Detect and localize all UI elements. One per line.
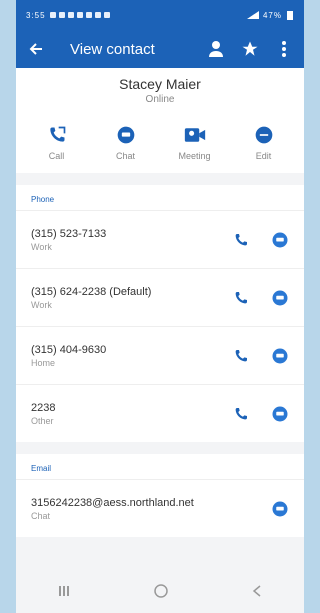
phone-type: Home xyxy=(31,357,56,368)
favorite-button[interactable] xyxy=(238,37,262,61)
system-nav-bar xyxy=(16,569,304,613)
phone-screen: 3:55 47% View contact Stacey Maier Onlin… xyxy=(16,0,304,613)
phone-section: Phone (315) 523-7133 Work (315) 624-2238… xyxy=(16,185,304,442)
chat-icon[interactable] xyxy=(271,231,289,249)
chat-icon[interactable] xyxy=(271,405,289,423)
call-icon xyxy=(49,126,65,142)
chat-icon[interactable] xyxy=(271,500,289,518)
home-icon[interactable] xyxy=(153,583,169,599)
phone-number: (315) 404-9630 xyxy=(31,343,107,356)
email-row[interactable]: 3156242238@aess.northland.net Chat xyxy=(16,479,304,537)
email-section: Email 3156242238@aess.northland.net Chat xyxy=(16,454,304,537)
phone-section-title: Phone xyxy=(31,195,55,204)
user-settings-button[interactable] xyxy=(204,37,228,61)
meeting-action-button[interactable]: Meeting xyxy=(165,125,225,161)
recents-icon[interactable] xyxy=(58,585,70,597)
call-action-label: Call xyxy=(48,151,65,161)
phone-icon[interactable] xyxy=(233,232,249,248)
more-vert-icon xyxy=(282,41,286,57)
arrow-left-icon xyxy=(29,43,42,55)
battery-icon xyxy=(287,11,293,20)
chat-action-label: Chat xyxy=(115,151,135,161)
phone-type: Work xyxy=(31,241,52,252)
contact-name: Stacey Maier xyxy=(119,76,201,92)
phone-icon[interactable] xyxy=(233,348,249,364)
phone-type: Work xyxy=(31,299,52,310)
phone-type: Other xyxy=(31,415,54,426)
phone-row[interactable]: (315) 624-2238 (Default) Work xyxy=(16,268,304,326)
status-time: 3:55 xyxy=(26,10,46,20)
phone-icon[interactable] xyxy=(233,290,249,306)
edit-action-label: Edit xyxy=(255,151,272,161)
phone-number: 2238 xyxy=(31,401,56,414)
action-bar: Call Chat Meeting Edit xyxy=(16,125,304,161)
notification-icons xyxy=(49,12,110,18)
phone-row[interactable]: (315) 523-7133 Work xyxy=(16,210,304,268)
person-icon xyxy=(209,41,223,57)
more-button[interactable] xyxy=(272,37,296,61)
phone-number: (315) 624-2238 (Default) xyxy=(31,285,152,298)
signal-icon xyxy=(246,11,259,19)
back-button[interactable] xyxy=(24,37,48,61)
phone-icon[interactable] xyxy=(233,406,249,422)
page-title: View contact xyxy=(70,40,155,58)
call-action-button[interactable]: Call xyxy=(27,125,87,161)
edit-action-button[interactable]: Edit xyxy=(234,125,294,161)
email-address: 3156242238@aess.northland.net xyxy=(31,496,194,509)
app-bar: View contact xyxy=(16,30,304,68)
edit-icon xyxy=(255,126,272,144)
chat-icon[interactable] xyxy=(271,347,289,365)
phone-number: (315) 523-7133 xyxy=(31,227,107,240)
battery-text: 47% xyxy=(262,10,282,20)
chat-icon xyxy=(117,126,134,144)
back-nav-icon[interactable] xyxy=(252,585,262,597)
email-type: Chat xyxy=(31,510,51,521)
email-section-title: Email xyxy=(31,464,52,473)
phone-row[interactable]: (315) 404-9630 Home xyxy=(16,326,304,384)
status-bar: 3:55 47% xyxy=(16,0,304,30)
chat-action-button[interactable]: Chat xyxy=(96,125,156,161)
video-icon xyxy=(184,128,205,142)
phone-row[interactable]: 2238 Other xyxy=(16,384,304,442)
star-icon xyxy=(242,41,258,56)
meeting-action-label: Meeting xyxy=(178,151,211,161)
contact-status: Online xyxy=(145,94,175,105)
chat-icon[interactable] xyxy=(271,289,289,307)
contact-header: Stacey Maier Online Call Chat Meeting Ed… xyxy=(16,68,304,173)
